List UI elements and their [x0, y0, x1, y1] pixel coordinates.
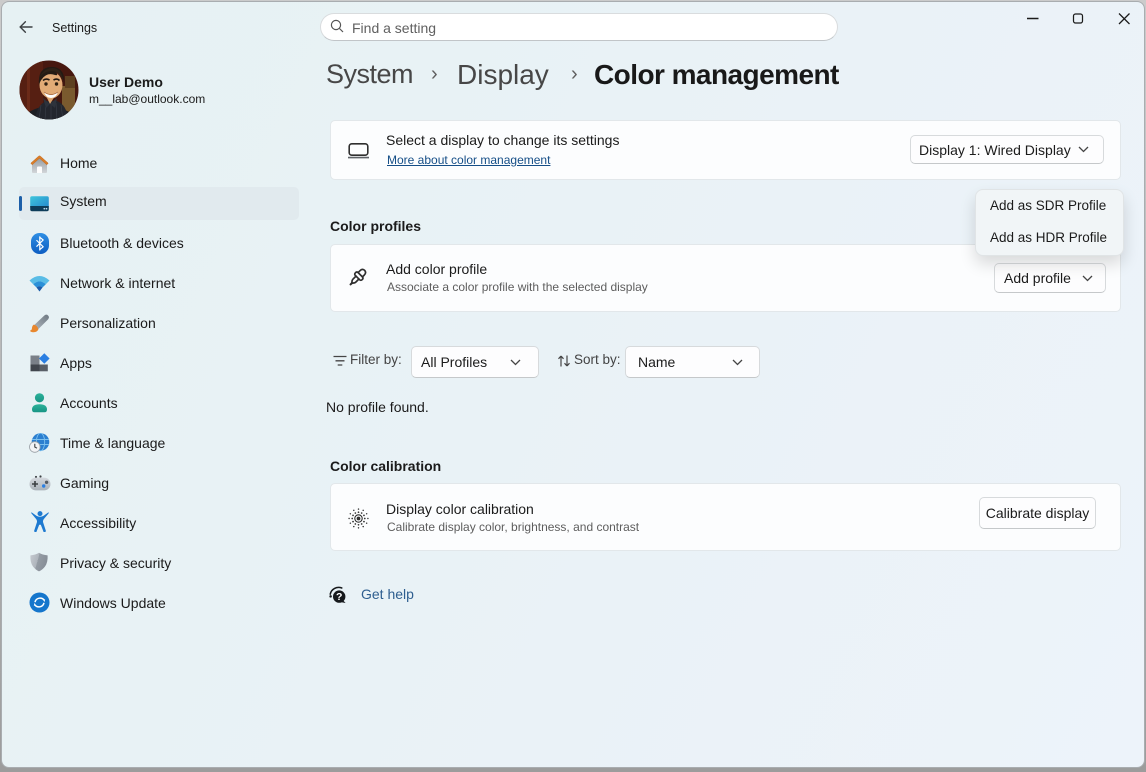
svg-text:?: ? [336, 591, 342, 603]
